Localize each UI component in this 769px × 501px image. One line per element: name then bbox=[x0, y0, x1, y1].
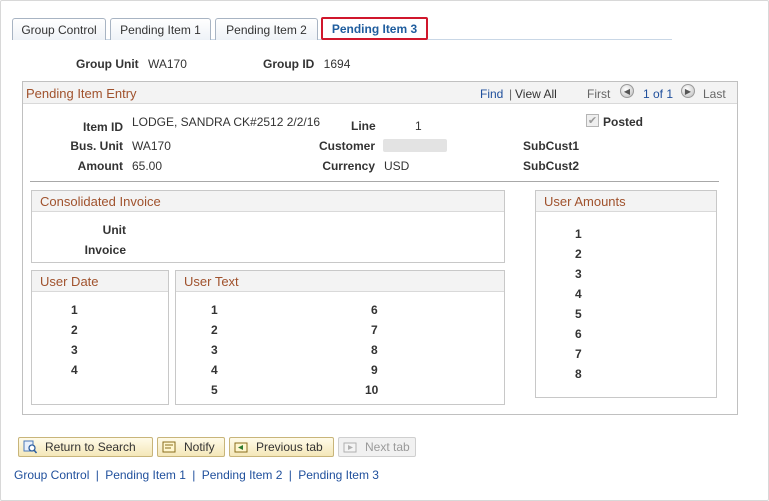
user-amount-number: 2 bbox=[575, 247, 582, 261]
tab-pending-item-1-label: Pending Item 1 bbox=[120, 22, 201, 37]
consolidated-invoice-box: Consolidated Invoice Unit Invoice bbox=[31, 190, 505, 263]
footer-links: Group Control | Pending Item 1 | Pending… bbox=[14, 468, 379, 482]
group-id-value: 1694 bbox=[323, 57, 351, 71]
consolidated-invoice-title: Consolidated Invoice bbox=[40, 194, 161, 209]
user-date-number: 2 bbox=[71, 323, 78, 337]
user-date-number: 3 bbox=[71, 343, 78, 357]
footer-link-pending-item-2[interactable]: Pending Item 2 bbox=[202, 468, 283, 482]
group-unit-label: Group Unit bbox=[76, 57, 139, 71]
user-amounts-title: User Amounts bbox=[544, 194, 626, 209]
user-text-title: User Text bbox=[184, 274, 239, 289]
footer-separator: | bbox=[95, 468, 99, 482]
user-text-number: 3 bbox=[211, 343, 218, 357]
last-label: Last bbox=[703, 87, 726, 101]
user-date-header: User Date bbox=[32, 271, 168, 292]
user-date-number: 1 bbox=[71, 303, 78, 317]
section-divider bbox=[30, 181, 719, 182]
user-amount-number: 1 bbox=[575, 227, 582, 241]
consolidated-invoice-label: Invoice bbox=[84, 243, 126, 257]
consolidated-invoice-header: Consolidated Invoice bbox=[32, 191, 504, 212]
notify-button[interactable]: Notify bbox=[157, 437, 225, 457]
return-to-search-icon bbox=[23, 440, 38, 454]
previous-row-icon[interactable]: ◀ bbox=[620, 84, 634, 98]
nav-separator: | bbox=[509, 87, 513, 101]
group-id-field: Group ID 1694 bbox=[263, 57, 350, 71]
footer-separator: | bbox=[192, 468, 196, 482]
consolidated-unit-label: Unit bbox=[102, 223, 126, 237]
user-amount-number: 8 bbox=[575, 367, 582, 381]
next-tab-label: Next tab bbox=[365, 440, 410, 454]
footer-link-pending-item-3[interactable]: Pending Item 3 bbox=[298, 468, 379, 482]
posted-label: Posted bbox=[603, 115, 644, 129]
bus-unit-label: Bus. Unit bbox=[70, 139, 123, 153]
user-text-header: User Text bbox=[176, 271, 504, 292]
previous-tab-icon bbox=[234, 440, 248, 454]
user-text-number: 5 bbox=[211, 383, 218, 397]
tab-group-control[interactable]: Group Control bbox=[12, 18, 106, 40]
user-date-number: 4 bbox=[71, 363, 78, 377]
notify-label: Notify bbox=[184, 440, 215, 454]
tab-pending-item-2[interactable]: Pending Item 2 bbox=[215, 18, 318, 40]
item-id-value: LODGE, SANDRA CK#2512 2/2/16 bbox=[132, 115, 321, 129]
user-amount-number: 7 bbox=[575, 347, 582, 361]
user-text-number: 1 bbox=[211, 303, 218, 317]
amount-value: 65.00 bbox=[132, 159, 163, 173]
return-to-search-button[interactable]: Return to Search bbox=[18, 437, 153, 457]
user-text-number: 4 bbox=[211, 363, 218, 377]
user-text-number: 9 bbox=[371, 363, 378, 377]
footer-separator: | bbox=[288, 468, 292, 482]
user-text-number: 8 bbox=[371, 343, 378, 357]
page-indicator: 1 of 1 bbox=[643, 87, 674, 101]
user-text-number: 10 bbox=[365, 383, 379, 397]
user-text-number: 6 bbox=[371, 303, 378, 317]
group-id-label: Group ID bbox=[263, 57, 315, 71]
currency-label: Currency bbox=[322, 159, 375, 173]
view-all-link[interactable]: View All bbox=[515, 87, 557, 101]
item-id-label: Item ID bbox=[82, 120, 123, 134]
return-to-search-label: Return to Search bbox=[45, 440, 136, 454]
tab-pending-item-1[interactable]: Pending Item 1 bbox=[110, 18, 211, 40]
user-date-box: User Date 1 2 3 4 bbox=[31, 270, 169, 405]
user-text-number: 7 bbox=[371, 323, 378, 337]
customer-value-redacted bbox=[383, 139, 447, 152]
tab-pending-item-3-label: Pending Item 3 bbox=[331, 21, 418, 36]
footer-link-pending-item-1[interactable]: Pending Item 1 bbox=[105, 468, 186, 482]
posted-checkbox[interactable]: ✔ bbox=[586, 114, 599, 127]
user-amount-number: 4 bbox=[575, 287, 582, 301]
notify-icon bbox=[162, 440, 176, 454]
subcust1-label: SubCust1 bbox=[522, 139, 579, 153]
user-amounts-header: User Amounts bbox=[536, 191, 716, 212]
user-amounts-box: User Amounts 1 2 3 4 5 6 7 8 bbox=[535, 190, 717, 398]
next-tab-icon bbox=[343, 440, 357, 454]
customer-label: Customer bbox=[318, 139, 375, 153]
user-amount-number: 6 bbox=[575, 327, 582, 341]
tab-pending-item-2-label: Pending Item 2 bbox=[226, 22, 307, 37]
next-row-icon[interactable]: ▶ bbox=[681, 84, 695, 98]
line-value: 1 bbox=[415, 119, 422, 133]
entry-header: Pending Item Entry Find | View All First… bbox=[23, 82, 737, 104]
subcust2-label: SubCust2 bbox=[522, 159, 579, 173]
next-tab-button[interactable]: Next tab bbox=[338, 437, 416, 457]
first-label: First bbox=[587, 87, 611, 101]
user-text-number: 2 bbox=[211, 323, 218, 337]
amount-label: Amount bbox=[77, 159, 123, 173]
tab-group-control-label: Group Control bbox=[21, 22, 97, 37]
entry-title: Pending Item Entry bbox=[26, 86, 137, 101]
line-label: Line bbox=[351, 119, 376, 133]
previous-tab-button[interactable]: Previous tab bbox=[229, 437, 334, 457]
user-amount-number: 5 bbox=[575, 307, 582, 321]
previous-tab-label: Previous tab bbox=[256, 440, 323, 454]
group-unit-value: WA170 bbox=[148, 57, 187, 71]
user-amount-number: 3 bbox=[575, 267, 582, 281]
pending-item-entry: Pending Item Entry Find | View All First… bbox=[22, 81, 738, 415]
footer-link-group-control[interactable]: Group Control bbox=[14, 468, 89, 482]
bus-unit-value: WA170 bbox=[132, 139, 171, 153]
tab-pending-item-3[interactable]: Pending Item 3 bbox=[321, 17, 428, 40]
user-date-title: User Date bbox=[40, 274, 99, 289]
group-unit-field: Group Unit WA170 bbox=[76, 57, 187, 71]
tab-bar: Group Control Pending Item 1 Pending Ite… bbox=[12, 17, 672, 40]
currency-value: USD bbox=[384, 159, 410, 173]
user-text-box: User Text 1 2 3 4 5 6 7 8 9 10 bbox=[175, 270, 505, 405]
find-link[interactable]: Find bbox=[480, 87, 503, 101]
